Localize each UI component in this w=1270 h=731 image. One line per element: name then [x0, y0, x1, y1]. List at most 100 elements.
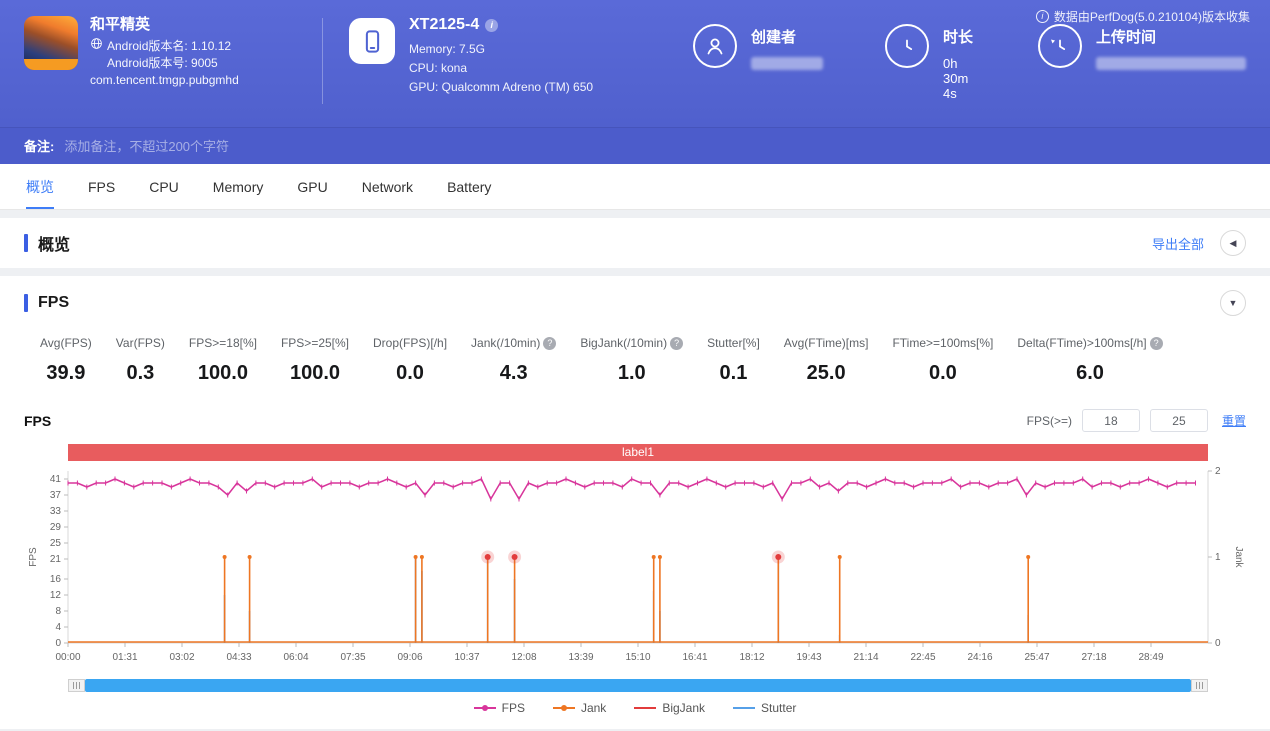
app-version-code: Android版本号: 9005 — [90, 55, 239, 72]
info-icon: i — [1036, 10, 1049, 23]
metric-label: BigJank(/10min) — [580, 336, 667, 350]
help-icon[interactable]: ? — [670, 337, 683, 350]
fps-chart-header: FPS FPS(>=) 重置 — [24, 409, 1246, 432]
metric-label: Jank(/10min) — [471, 336, 540, 350]
app-version-name: Android版本名: 1.10.12 — [107, 38, 231, 55]
legend-item-bigjank[interactable]: BigJank — [634, 701, 705, 715]
device-gpu: GPU: Qualcomm Adreno (TM) 650 — [409, 78, 593, 97]
data-source-note: i 数据由PerfDog(5.0.210104)版本收集 — [1036, 8, 1250, 25]
clock-icon — [885, 24, 929, 68]
metric-label: FPS>=18[%] — [189, 336, 257, 350]
creator-block: 创建者 — [693, 16, 823, 70]
svg-text:03:02: 03:02 — [169, 652, 194, 663]
metric-label: FTime>=100ms[%] — [892, 336, 993, 350]
fps-threshold-input-1[interactable] — [1082, 409, 1140, 432]
app-block: 和平精英 Android版本名: 1.10.12 Android版本号: 900… — [24, 16, 316, 89]
fps-metrics-row: Avg(FPS)39.9Var(FPS)0.3FPS>=18[%]100.0FP… — [40, 336, 1246, 385]
chart-label-banner: label1 — [68, 444, 1208, 461]
svg-text:25: 25 — [50, 538, 62, 549]
metric-value: 4.3 — [500, 362, 528, 385]
svg-text:19:43: 19:43 — [796, 652, 821, 663]
svg-text:18:12: 18:12 — [739, 652, 764, 663]
legend-label: Stutter — [761, 701, 796, 715]
history-clock-icon — [1038, 24, 1082, 68]
duration-block: 时长 0h 30m 4s — [885, 16, 976, 101]
metric-value: 39.9 — [46, 362, 85, 385]
chart-legend: FPS Jank BigJank Stutter — [24, 701, 1246, 715]
fps-threshold-label: FPS(>=) — [1027, 414, 1072, 428]
legend-item-fps[interactable]: FPS — [474, 701, 525, 715]
svg-text:0: 0 — [1215, 638, 1221, 649]
fps-section-title: FPS — [38, 294, 69, 312]
svg-text:07:35: 07:35 — [340, 652, 365, 663]
app-meta: 和平精英 Android版本名: 1.10.12 Android版本号: 900… — [90, 16, 239, 89]
svg-text:01:31: 01:31 — [112, 652, 137, 663]
legend-item-stutter[interactable]: Stutter — [733, 701, 796, 715]
svg-text:1: 1 — [1215, 552, 1221, 563]
fps-chart-area: label1 048121621252933374101200:0001:310… — [24, 444, 1246, 715]
svg-text:21:14: 21:14 — [853, 652, 878, 663]
metric-label: Delta(FTime)>100ms[/h] — [1017, 336, 1146, 350]
scrollbar-track[interactable] — [85, 679, 1191, 692]
svg-text:27:18: 27:18 — [1081, 652, 1106, 663]
reset-link[interactable]: 重置 — [1222, 412, 1246, 429]
metric-value: 100.0 — [290, 362, 340, 385]
metric-fps-ge-18: FPS>=18[%]100.0 — [189, 336, 257, 385]
scrollbar-right-handle[interactable] — [1191, 679, 1208, 692]
tab-overview[interactable]: 概览 — [26, 164, 54, 209]
tab-fps[interactable]: FPS — [88, 164, 115, 209]
svg-text:4: 4 — [55, 622, 61, 633]
tab-network[interactable]: Network — [362, 164, 413, 209]
fps-threshold-input-2[interactable] — [1150, 409, 1208, 432]
svg-text:29: 29 — [50, 522, 62, 533]
legend-marker-dot — [561, 705, 567, 711]
chart-frame — [68, 471, 1208, 643]
metric-ftime-ge-100: FTime>=100ms[%]0.0 — [892, 336, 993, 385]
upload-time-redacted — [1096, 57, 1246, 70]
metric-label: Stutter[%] — [707, 336, 760, 350]
svg-text:16:41: 16:41 — [682, 652, 707, 663]
collapse-left-button[interactable]: ◀ — [1220, 230, 1246, 256]
legend-swatch — [634, 707, 656, 709]
legend-item-jank[interactable]: Jank — [553, 701, 606, 715]
remark-input[interactable]: 添加备注，不超过200个字符 — [64, 136, 229, 155]
metric-value: 25.0 — [807, 362, 846, 385]
metric-avg-ftime: Avg(FTime)[ms]25.0 — [784, 336, 869, 385]
scrollbar-left-handle[interactable] — [68, 679, 85, 692]
help-icon[interactable]: ? — [1150, 337, 1163, 350]
tab-memory[interactable]: Memory — [213, 164, 264, 209]
overview-card: 概览 导出全部 ◀ — [0, 218, 1270, 268]
fps-card: FPS ▼ Avg(FPS)39.9Var(FPS)0.3FPS>=18[%]1… — [0, 276, 1270, 729]
section-accent-bar — [24, 234, 28, 252]
legend-swatch — [733, 707, 755, 709]
section-accent-bar — [24, 294, 28, 312]
collapse-down-button[interactable]: ▼ — [1220, 290, 1246, 316]
fps-chart-label: FPS — [24, 413, 51, 429]
tab-battery[interactable]: Battery — [447, 164, 491, 209]
svg-text:41: 41 — [50, 474, 62, 485]
header: i 数据由PerfDog(5.0.210104)版本收集 和平精英 Androi… — [0, 0, 1270, 127]
remark-label: 备注: — [24, 136, 54, 155]
svg-text:00:00: 00:00 — [55, 652, 80, 663]
export-all-link[interactable]: 导出全部 — [1152, 234, 1204, 253]
fps-chart-svg: 048121621252933374101200:0001:3103:0204:… — [24, 463, 1246, 675]
tab-gpu[interactable]: GPU — [297, 164, 327, 209]
svg-text:06:04: 06:04 — [283, 652, 308, 663]
metric-label: Drop(FPS)[/h] — [373, 336, 447, 350]
metric-avg-fps: Avg(FPS)39.9 — [40, 336, 92, 385]
metric-value: 6.0 — [1076, 362, 1104, 385]
device-info-icon[interactable]: i — [485, 19, 498, 32]
tab-cpu[interactable]: CPU — [149, 164, 179, 209]
metric-value: 1.0 — [618, 362, 646, 385]
data-source-text: 数据由PerfDog(5.0.210104)版本收集 — [1054, 8, 1250, 25]
perfdog-report-page: i 数据由PerfDog(5.0.210104)版本收集 和平精英 Androi… — [0, 0, 1270, 731]
svg-text:Jank: Jank — [1233, 546, 1244, 568]
svg-text:22:45: 22:45 — [910, 652, 935, 663]
help-icon[interactable]: ? — [543, 337, 556, 350]
svg-text:37: 37 — [50, 490, 62, 501]
overview-title: 概览 — [38, 231, 70, 255]
metric-fps-ge-25: FPS>=25[%]100.0 — [281, 336, 349, 385]
legend-label: FPS — [502, 701, 525, 715]
legend-label: Jank — [581, 701, 606, 715]
svg-text:13:39: 13:39 — [568, 652, 593, 663]
